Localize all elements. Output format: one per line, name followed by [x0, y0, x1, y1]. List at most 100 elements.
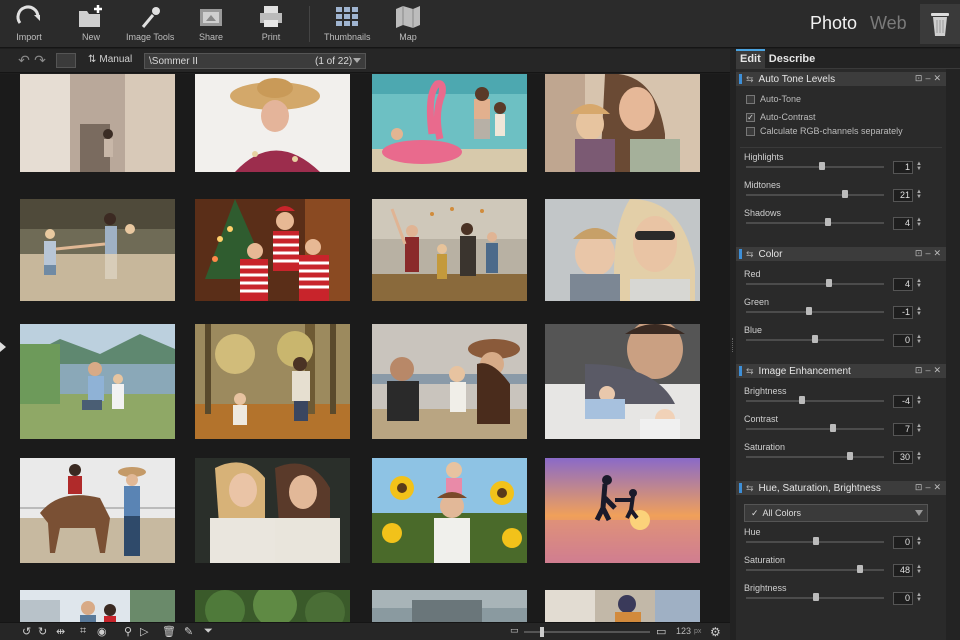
- thumbnail[interactable]: [20, 199, 175, 301]
- section-window-controls[interactable]: ⊡–✕: [915, 248, 944, 259]
- spinner-icon[interactable]: ▲ ▼: [916, 334, 924, 345]
- slider-track[interactable]: [746, 311, 884, 313]
- auto-tone-header[interactable]: ⇆ Auto Tone Levels ⊡–✕: [736, 72, 946, 86]
- eye-icon[interactable]: ◉: [97, 625, 107, 638]
- thumbnail[interactable]: [545, 324, 700, 439]
- blue-slider[interactable]: Blue 0 ▲ ▼: [736, 325, 946, 353]
- play-icon[interactable]: ▷: [140, 625, 148, 638]
- shadows-value[interactable]: 4: [893, 217, 913, 230]
- brightness-slider[interactable]: Brightness -4 ▲ ▼: [736, 386, 946, 414]
- slider-track[interactable]: [746, 194, 884, 196]
- contrast-slider[interactable]: Contrast 7 ▲ ▼: [736, 414, 946, 442]
- slider-knob[interactable]: [812, 335, 818, 343]
- rotate-left-icon[interactable]: ↺: [22, 625, 31, 638]
- reset-icon[interactable]: ⇆: [746, 366, 754, 377]
- panel-vertical-scrollbar[interactable]: [946, 69, 960, 640]
- thumbnail[interactable]: [372, 458, 527, 563]
- slider-track[interactable]: [746, 400, 884, 402]
- thumbnails-button[interactable]: Thumbnails: [324, 3, 371, 45]
- midtones-value[interactable]: 21: [893, 189, 913, 202]
- section-window-controls[interactable]: ⊡–✕: [915, 365, 944, 376]
- import-button[interactable]: Import: [14, 3, 44, 45]
- hsb-brightness-value[interactable]: 0: [893, 592, 913, 605]
- slider-knob[interactable]: [806, 307, 812, 315]
- hue-value[interactable]: 0: [893, 536, 913, 549]
- hsb-header[interactable]: ⇆ Hue, Saturation, Brightness ⊡–✕: [736, 481, 946, 495]
- share-button[interactable]: Share: [196, 3, 226, 45]
- brightness-value[interactable]: -4: [893, 395, 913, 408]
- large-thumb-icon[interactable]: ▭: [656, 625, 666, 638]
- thumbnail[interactable]: [20, 74, 175, 172]
- color-channel-dropdown[interactable]: ✓ All Colors: [744, 504, 928, 522]
- thumbnail[interactable]: [20, 590, 175, 622]
- reset-icon[interactable]: ⇆: [746, 74, 754, 85]
- slider-knob[interactable]: [857, 565, 863, 573]
- view-grid-icon[interactable]: [56, 53, 76, 68]
- spinner-icon[interactable]: ▲ ▼: [916, 306, 924, 317]
- thumbnail[interactable]: [195, 590, 350, 622]
- thumbnail[interactable]: [545, 458, 700, 563]
- forward-arrow-icon[interactable]: ↷: [32, 52, 48, 68]
- thumbnail[interactable]: [195, 324, 350, 439]
- slider-knob[interactable]: [819, 162, 825, 170]
- filter-icon[interactable]: ⏷: [204, 625, 213, 638]
- thumbnail[interactable]: [195, 74, 350, 172]
- back-arrow-icon[interactable]: ↶: [16, 52, 32, 68]
- highlights-slider[interactable]: Highlights 1 ▲ ▼: [736, 152, 946, 180]
- spinner-icon[interactable]: ▲ ▼: [916, 592, 924, 603]
- slider-track[interactable]: [746, 428, 884, 430]
- color-header[interactable]: ⇆ Color ⊡–✕: [736, 247, 946, 261]
- crop-icon[interactable]: ⌗: [80, 625, 86, 638]
- spinner-icon[interactable]: ▲ ▼: [916, 423, 924, 434]
- midtones-slider[interactable]: Midtones 21 ▲ ▼: [736, 180, 946, 208]
- spinner-icon[interactable]: ▲ ▼: [916, 395, 924, 406]
- print-button[interactable]: Print: [256, 3, 286, 45]
- slider-knob[interactable]: [825, 218, 831, 226]
- sort-order-button[interactable]: ⇅ Manual: [88, 54, 132, 65]
- hue-slider[interactable]: Hue 0 ▲ ▼: [736, 527, 946, 555]
- red-slider[interactable]: Red 4 ▲ ▼: [736, 269, 946, 297]
- zoom-icon[interactable]: ⚲: [124, 625, 132, 638]
- thumbnail[interactable]: [20, 458, 175, 563]
- slider-track[interactable]: [746, 456, 884, 458]
- grid-vertical-scrollbar[interactable]: [712, 74, 730, 622]
- slider-knob[interactable]: [842, 190, 848, 198]
- reset-icon[interactable]: ⇆: [746, 249, 754, 260]
- slider-knob[interactable]: [826, 279, 832, 287]
- rotate-right-icon[interactable]: ↻: [38, 625, 47, 638]
- slider-track[interactable]: [746, 283, 884, 285]
- slider-knob[interactable]: [813, 537, 819, 545]
- thumbnail[interactable]: [545, 199, 700, 301]
- highlights-value[interactable]: 1: [893, 161, 913, 174]
- flip-icon[interactable]: ⇹: [56, 625, 65, 638]
- slider-knob[interactable]: [813, 593, 819, 601]
- tab-edit[interactable]: Edit: [736, 49, 765, 68]
- slider-knob[interactable]: [847, 452, 853, 460]
- slider-track[interactable]: [746, 222, 884, 224]
- reset-icon[interactable]: ⇆: [746, 483, 754, 494]
- thumbnail[interactable]: [372, 199, 527, 301]
- spinner-icon[interactable]: ▲ ▼: [916, 536, 924, 547]
- thumbnail[interactable]: [372, 324, 527, 439]
- thumbnail[interactable]: [372, 74, 527, 172]
- image-tools-button[interactable]: Image Tools: [126, 3, 174, 45]
- hsb-saturation-value[interactable]: 48: [893, 564, 913, 577]
- new-button[interactable]: New: [76, 3, 106, 45]
- image-enhancement-header[interactable]: ⇆ Image Enhancement ⊡–✕: [736, 364, 946, 378]
- spinner-icon[interactable]: ▲ ▼: [916, 189, 924, 200]
- thumbnail[interactable]: [20, 324, 175, 439]
- hsb-saturation-slider[interactable]: Saturation 48 ▲ ▼: [736, 555, 946, 583]
- auto-tone-checkbox[interactable]: Auto-Tone: [746, 92, 946, 106]
- section-window-controls[interactable]: ⊡–✕: [915, 73, 944, 84]
- tab-describe[interactable]: Describe: [765, 49, 819, 68]
- thumbnail[interactable]: [545, 74, 700, 172]
- spinner-icon[interactable]: ▲ ▼: [916, 451, 924, 462]
- section-window-controls[interactable]: ⊡–✕: [915, 482, 944, 493]
- thumbnail[interactable]: [545, 590, 700, 622]
- slider-knob[interactable]: [830, 424, 836, 432]
- hsb-brightness-slider[interactable]: Brightness 0 ▲ ▼: [736, 583, 946, 611]
- slider-track[interactable]: [746, 166, 884, 168]
- thumbnail[interactable]: [195, 458, 350, 563]
- calc-rgb-checkbox[interactable]: Calculate RGB-channels separately: [746, 124, 946, 138]
- slider-knob[interactable]: [799, 396, 805, 404]
